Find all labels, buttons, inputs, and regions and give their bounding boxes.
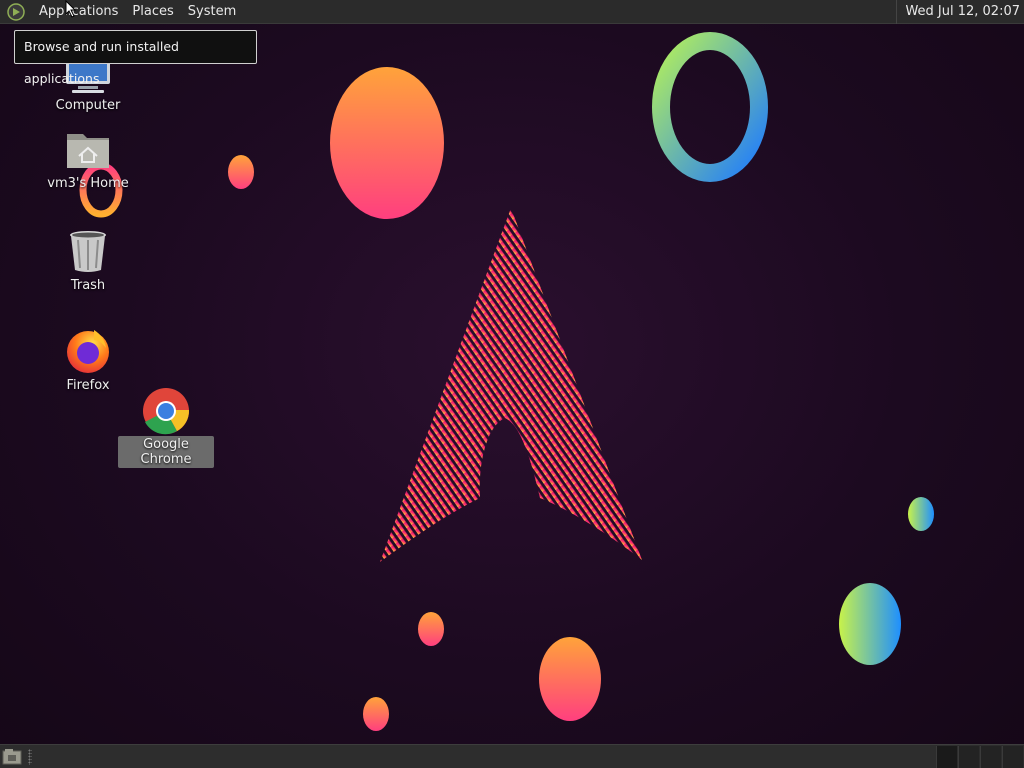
bottom-panel [0,744,1024,768]
clock[interactable]: Wed Jul 12, 02:07 [896,0,1020,24]
desktop-icon-label: vm3's Home [47,176,129,191]
home-folder-icon [67,134,109,168]
firefox-icon [67,330,109,373]
workspace-1[interactable] [936,746,957,768]
trash-icon [70,231,106,272]
green-bubble-large [839,583,901,665]
desktop-icon-home[interactable]: vm3's Home [40,128,136,192]
ring-large [652,32,768,182]
orange-bubble-large [330,67,444,219]
orange-bubble [363,697,389,731]
workspace-2[interactable] [958,746,979,768]
desktop-icon-label: Firefox [66,378,110,393]
applications-menu[interactable]: Applications [32,0,125,24]
desktop-icon-firefox[interactable]: Firefox [40,326,136,394]
wallpaper [79,32,934,731]
arch-logo [380,208,642,562]
chrome-icon [143,388,190,435]
desktop-icon-label: Google Chrome [118,436,214,468]
desktop-icon-label: Computer [55,98,121,113]
desktop-icon-label: Trash [70,278,106,293]
panel-drag-handle[interactable] [28,749,32,765]
system-menu[interactable]: System [181,0,243,24]
orange-bubble-small [228,155,254,189]
workspace-3[interactable] [980,746,1001,768]
desktop-icon-chrome[interactable]: Google Chrome [118,386,214,468]
mate-logo-icon[interactable] [7,2,25,21]
orange-bubble [418,612,444,646]
orange-bubble-medium [539,637,601,721]
workspace-4[interactable] [1002,746,1023,768]
desktop-icon-trash[interactable]: Trash [40,228,136,294]
green-bubble [908,497,934,531]
show-desktop-icon[interactable] [2,748,22,766]
applications-tooltip: Browse and run installed applications [14,30,257,86]
places-menu[interactable]: Places [125,0,180,24]
top-panel: Applications Places System Wed Jul 12, 0… [0,0,1024,24]
